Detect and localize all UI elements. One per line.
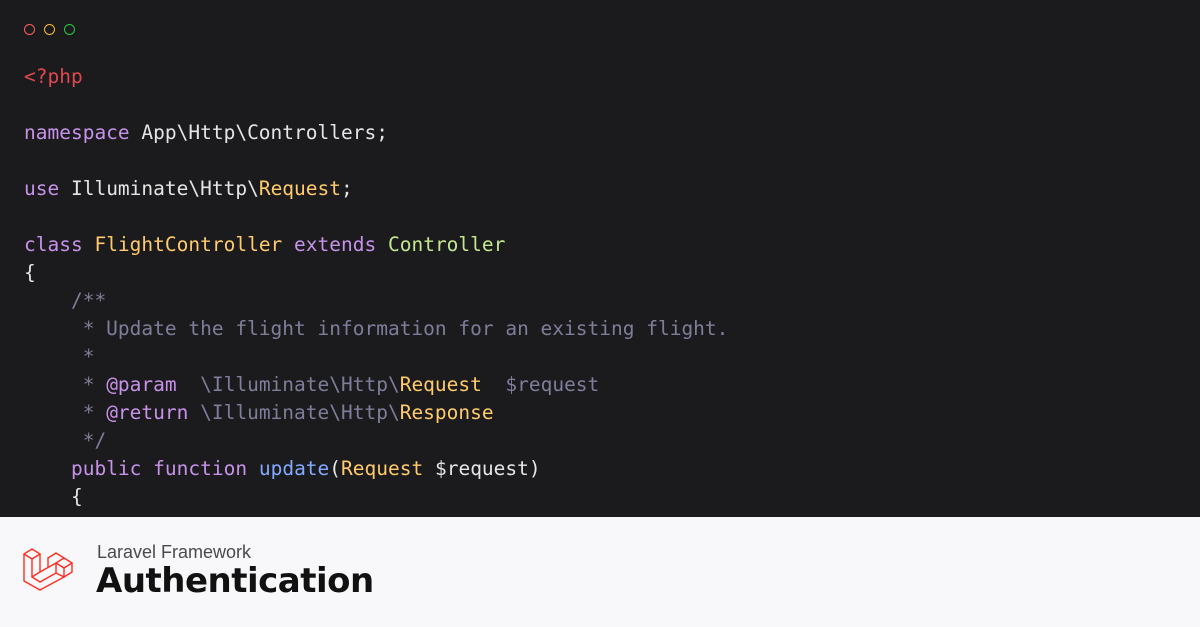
- code-line: namespace App\Http\Controllers;: [24, 119, 728, 147]
- code-token: Request: [341, 457, 424, 480]
- minimize-dot-icon: [44, 24, 55, 35]
- code-token: FlightController: [94, 233, 283, 256]
- laravel-logo-icon: [23, 548, 73, 591]
- code-token: Request: [258, 177, 342, 200]
- code-token: public: [70, 457, 142, 480]
- code-line: public function update(Request $request): [24, 455, 728, 483]
- code-line: * @return \Illuminate\Http\Response: [24, 399, 728, 427]
- code-line: use Illuminate\Http\Request;: [24, 175, 728, 203]
- code-line: class FlightController extends Controlle…: [24, 231, 728, 259]
- framework-label: Laravel Framework: [97, 542, 252, 562]
- code-token: extends: [294, 233, 377, 256]
- code-token: *: [24, 345, 95, 368]
- code-line: *: [24, 343, 728, 371]
- code-token: <?php: [24, 65, 83, 88]
- code-block: <?php namespace App\Http\Controllers; us…: [24, 63, 728, 511]
- code-token: */: [24, 429, 107, 452]
- code-line: {: [24, 259, 728, 287]
- code-token: use: [24, 177, 60, 200]
- code-token: {: [24, 261, 36, 284]
- code-token: @param: [106, 373, 177, 396]
- close-dot-icon: [24, 24, 35, 35]
- code-editor: <?php namespace App\Http\Controllers; us…: [0, 0, 1200, 517]
- code-token: Response: [399, 401, 494, 424]
- code-token: Controller: [387, 233, 506, 256]
- code-token: ;: [341, 177, 353, 200]
- window-controls: [24, 24, 75, 35]
- code-line: {: [24, 483, 728, 511]
- code-token: \Illuminate\Http\: [176, 373, 400, 396]
- code-token: namespace: [24, 121, 130, 144]
- code-token: Illuminate\Http\: [59, 177, 259, 200]
- code-line: <?php: [24, 63, 728, 91]
- maximize-dot-icon: [64, 24, 75, 35]
- code-token: @return: [106, 401, 189, 424]
- code-token: /**: [24, 289, 107, 312]
- page-title: Authentication: [96, 561, 374, 601]
- code-token: function: [153, 457, 248, 480]
- code-token: Request: [399, 373, 482, 396]
- code-line: */: [24, 427, 728, 455]
- code-token: *: [24, 373, 107, 396]
- code-token: App\Http\Controllers;: [129, 121, 388, 144]
- code-token: \Illuminate\Http\: [188, 401, 400, 424]
- code-line: * Update the flight information for an e…: [24, 315, 729, 343]
- code-token: update: [258, 457, 330, 480]
- code-token: $request: [481, 373, 600, 396]
- code-line: * @param \Illuminate\Http\Request $reque…: [24, 371, 728, 399]
- code-token: *: [24, 401, 107, 424]
- code-token: {: [24, 485, 83, 508]
- code-token: class: [24, 233, 83, 256]
- code-token: $request): [423, 457, 541, 480]
- code-token: (: [329, 457, 342, 480]
- code-token: * Update the flight information for an e…: [24, 317, 729, 340]
- code-line: /**: [24, 287, 728, 315]
